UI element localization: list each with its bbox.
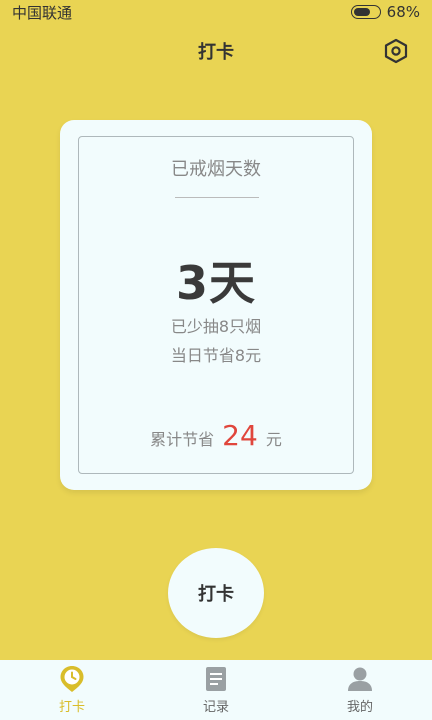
card-inner-frame: 已戒烟天数 3天 已少抽8只烟 当日节省8元 累计节省 24 元: [78, 136, 354, 474]
status-bar: 中国联通 68%: [0, 0, 432, 24]
days-count: 3天: [175, 256, 256, 310]
total-saving-label: 累计节省: [150, 430, 215, 449]
settings-hexagon-icon: [384, 38, 408, 64]
nav-item-mine[interactable]: 我的: [288, 660, 432, 720]
document-icon: [203, 666, 229, 692]
battery-fill: [353, 8, 370, 16]
carrier-label: 中国联通: [12, 3, 73, 22]
daily-saving-text: 当日节省8元: [170, 346, 262, 365]
card-divider: [175, 197, 259, 198]
checkin-button[interactable]: 打卡: [168, 548, 264, 638]
battery-icon: [350, 5, 381, 19]
battery-percent: 68%: [386, 3, 420, 21]
less-smoked-text: 已少抽8只烟: [170, 317, 262, 336]
status-right: 68%: [350, 3, 420, 21]
total-saving-amount: 24: [222, 419, 258, 452]
total-saving-unit: 元: [265, 430, 282, 449]
nav-label-checkin: 打卡: [58, 700, 85, 715]
bottom-nav: 打卡 记录 我的: [0, 660, 432, 720]
nav-label-mine: 我的: [346, 700, 373, 715]
user-icon: [347, 666, 373, 692]
nav-label-records: 记录: [202, 700, 229, 715]
card-title: 已戒烟天数: [171, 159, 261, 180]
checkin-button-label: 打卡: [198, 584, 234, 605]
page-title: 打卡: [198, 42, 234, 63]
quit-smoking-card: 已戒烟天数 3天 已少抽8只烟 当日节省8元 累计节省 24 元: [60, 120, 372, 490]
header: 打卡: [0, 30, 432, 72]
clock-pin-icon: [59, 666, 85, 692]
nav-item-checkin[interactable]: 打卡: [0, 660, 144, 720]
total-saving: 累计节省 24 元: [79, 419, 353, 452]
settings-button[interactable]: [382, 37, 410, 65]
nav-item-records[interactable]: 记录: [144, 660, 288, 720]
